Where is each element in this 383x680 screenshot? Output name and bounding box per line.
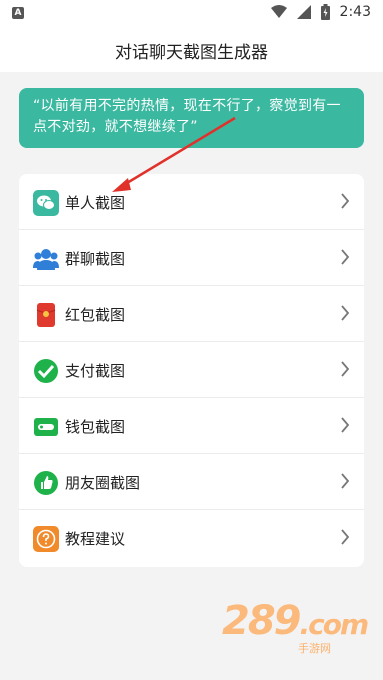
chevron-right-icon	[341, 529, 350, 545]
menu-item-red-packet[interactable]: 红包截图	[19, 286, 364, 342]
status-bar: A 2:43	[0, 0, 383, 26]
chevron-right-icon	[341, 249, 350, 265]
red-packet-icon	[36, 303, 56, 327]
app-bar: 对话聊天截图生成器	[0, 26, 383, 72]
status-indicators: 2:43	[270, 4, 371, 20]
menu-item-wallet[interactable]: 钱包截图	[19, 398, 364, 454]
watermark-subtext: 手游网	[298, 642, 331, 655]
menu-item-label: 钱包截图	[65, 418, 126, 436]
chevron-right-icon	[341, 361, 350, 377]
wallet-icon	[34, 418, 58, 436]
status-time: 2:43	[339, 4, 371, 20]
wifi-icon	[270, 5, 287, 18]
menu-item-group-chat[interactable]: 群聊截图	[19, 230, 364, 286]
group-users-icon	[33, 249, 59, 270]
menu-item-label: 红包截图	[65, 306, 126, 324]
chevron-right-icon	[341, 417, 350, 433]
quote-text: “以前有用不完的热情，现在不行了，察觉到有一点不对劲，就不想继续了”	[33, 98, 341, 135]
chevron-right-icon	[341, 193, 350, 209]
menu-item-label: 教程建议	[65, 530, 126, 548]
quote-banner: “以前有用不完的热情，现在不行了，察觉到有一点不对劲，就不想继续了”	[19, 88, 364, 148]
menu-item-label: 单人截图	[65, 194, 126, 212]
menu-item-label: 朋友圈截图	[65, 474, 141, 492]
menu-item-label: 群聊截图	[65, 250, 126, 268]
moments-like-icon	[34, 471, 58, 495]
feature-menu: 单人截图 群聊截图 红包截图 支付截图 钱包截图 朋友圈截图 教程建议	[19, 174, 364, 567]
chevron-right-icon	[341, 305, 350, 321]
menu-item-moments[interactable]: 朋友圈截图	[19, 454, 364, 510]
page-title: 对话聊天截图生成器	[115, 43, 268, 63]
payment-check-icon	[34, 359, 58, 383]
battery-icon	[320, 4, 330, 20]
help-question-icon	[33, 526, 59, 552]
menu-item-label: 支付截图	[65, 362, 126, 380]
signal-icon	[296, 5, 311, 19]
menu-item-single-chat[interactable]: 单人截图	[19, 174, 364, 230]
menu-item-tutorial[interactable]: 教程建议	[19, 510, 364, 566]
wechat-chat-icon	[33, 190, 59, 216]
notification-a-icon: A	[12, 7, 24, 19]
chevron-right-icon	[341, 473, 350, 489]
watermark-logo: 289.com	[222, 598, 369, 644]
menu-item-payment[interactable]: 支付截图	[19, 342, 364, 398]
